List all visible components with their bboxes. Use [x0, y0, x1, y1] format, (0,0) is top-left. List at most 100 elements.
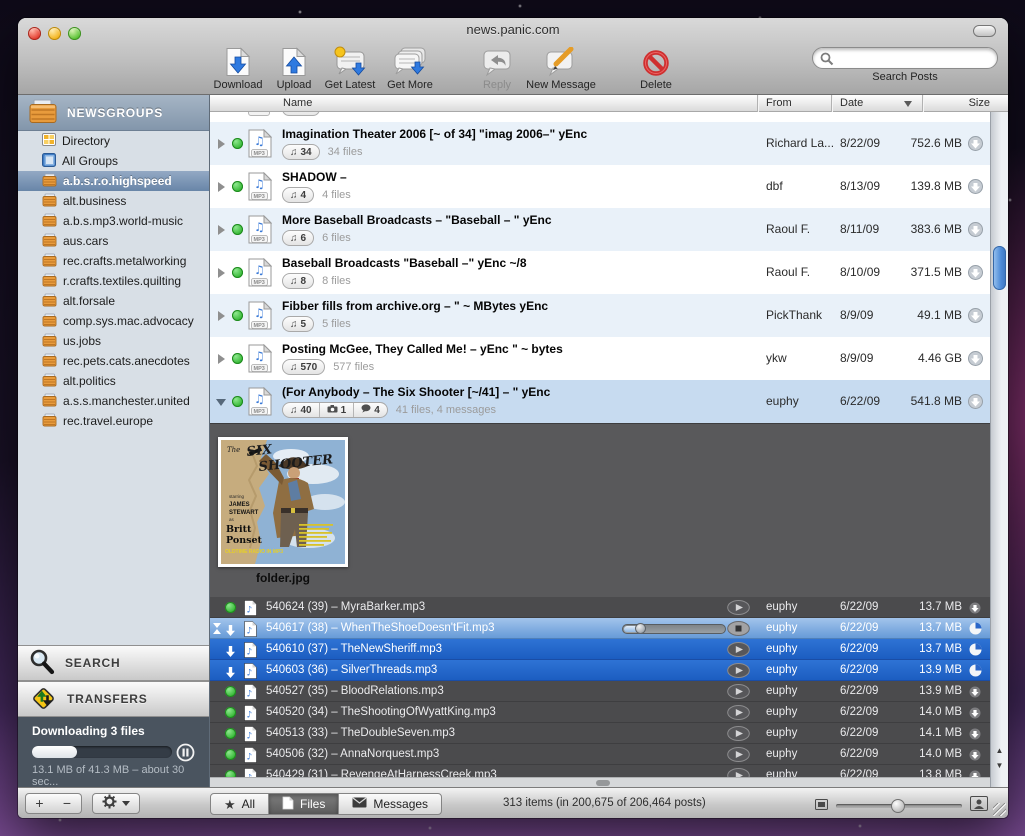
search-field[interactable] — [812, 47, 998, 69]
disclosure-triangle-icon[interactable] — [218, 139, 225, 149]
sidebar-item[interactable]: alt.business — [18, 191, 209, 211]
window-resize-grip[interactable] — [993, 803, 1006, 816]
play-button[interactable] — [727, 747, 750, 767]
svg-text:STEWART: STEWART — [229, 510, 259, 516]
download-post-button[interactable] — [968, 351, 983, 371]
download-post-button[interactable] — [968, 179, 983, 199]
search-section-header[interactable]: SEARCH — [18, 645, 209, 681]
disclosure-triangle-icon[interactable] — [216, 399, 226, 406]
horizontal-scrollbar[interactable] — [210, 777, 990, 787]
sidebar-item[interactable]: alt.forsale — [18, 291, 209, 311]
sidebar-item[interactable]: rec.crafts.metalworking — [18, 251, 209, 271]
get-latest-button[interactable]: Get Latest — [315, 45, 385, 93]
column-header-name[interactable]: Name — [283, 97, 312, 109]
file-row[interactable]: ♪ 540506 (32) – AnnaNorquest.mp3 euphy 6… — [210, 744, 990, 765]
zoom-slider-thumb[interactable] — [891, 799, 905, 813]
sidebar-item[interactable]: us.jobs — [18, 331, 209, 351]
playback-slider-thumb[interactable] — [635, 623, 646, 634]
disclosure-triangle-icon[interactable] — [218, 311, 225, 321]
post-row[interactable]: ♫MP3 SHADOW – ♫ 4 4 files dbf 8/13/09 13… — [210, 165, 990, 208]
thumbnail-zoom-control — [815, 796, 988, 816]
sidebar-item[interactable]: rec.pets.cats.anecdotes — [18, 351, 209, 371]
close-window-button[interactable] — [28, 27, 41, 40]
download-post-button[interactable] — [968, 265, 983, 285]
post-row[interactable]: ♫MP3 More Baseball Broadcasts – "Basebal… — [210, 208, 990, 251]
vertical-scrollbar-thumb[interactable] — [993, 246, 1006, 290]
download-post-button[interactable] — [968, 308, 983, 328]
sidebar-item[interactable]: All Groups — [18, 151, 209, 171]
post-row[interactable]: ♫MP3 Imagination Theater 2006 [~ of 34] … — [210, 122, 990, 165]
play-button[interactable] — [727, 663, 750, 683]
sidebar-item[interactable]: rec.travel.europe — [18, 411, 209, 431]
file-row[interactable]: ♪ 540527 (35) – BloodRelations.mp3 euphy… — [210, 681, 990, 702]
column-header-size[interactable]: Size — [969, 97, 990, 109]
folder-jpg-thumbnail[interactable]: The SIX SHOOTER starring JAMES STEWART a… — [218, 437, 348, 567]
toolbar-toggle-button[interactable] — [973, 25, 996, 37]
disclosure-triangle-icon[interactable] — [218, 225, 225, 235]
upload-button[interactable]: Upload — [266, 45, 322, 93]
filter-all-segment[interactable]: ★ All — [211, 794, 269, 814]
post-title: Fibber fills from archive.org – " ~ MByt… — [282, 299, 548, 313]
download-button[interactable]: Download — [205, 45, 271, 93]
playback-progress-slider[interactable] — [622, 624, 726, 634]
file-row[interactable]: ♪ 540603 (36) – SilverThreads.mp3 euphy … — [210, 660, 990, 681]
column-header-from[interactable]: From — [766, 97, 792, 109]
sidebar-item[interactable]: Directory — [18, 131, 209, 151]
download-post-button[interactable] — [968, 394, 983, 414]
file-row[interactable]: ♪ 540513 (33) – TheDoubleSeven.mp3 euphy… — [210, 723, 990, 744]
unread-indicator-dot — [232, 181, 243, 192]
play-button[interactable] — [727, 726, 750, 746]
vertical-scrollbar[interactable]: ▲▼ — [990, 112, 1008, 787]
post-row[interactable]: ♫MP3 Fibber fills from archive.org – " ~… — [210, 294, 990, 337]
file-row[interactable]: ♪ 540520 (34) – TheShootingOfWyattKing.m… — [210, 702, 990, 723]
file-row[interactable]: ♪ 540610 (37) – TheNewSheriff.mp3 euphy … — [210, 639, 990, 660]
sidebar-item[interactable]: alt.politics — [18, 371, 209, 391]
play-button[interactable] — [727, 684, 750, 704]
download-progress-pie-icon — [969, 643, 982, 661]
play-button[interactable] — [727, 642, 750, 662]
delete-button[interactable]: Delete — [626, 45, 686, 93]
zoom-window-button[interactable] — [68, 27, 81, 40]
column-header-date[interactable]: Date — [840, 97, 863, 109]
add-group-button[interactable]: + — [25, 793, 54, 814]
sidebar-item[interactable]: comp.sys.mac.advocacy — [18, 311, 209, 331]
disclosure-triangle-icon[interactable] — [218, 182, 225, 192]
sidebar-item[interactable]: r.crafts.textiles.quilting — [18, 271, 209, 291]
post-row[interactable]: ♫MP3 (For Anybody – The Six Shooter [~/4… — [210, 380, 990, 423]
play-button[interactable] — [727, 600, 750, 620]
download-post-button[interactable] — [968, 136, 983, 156]
sidebar-item[interactable]: a.b.s.r.o.highspeed — [18, 171, 209, 191]
svg-text:♫: ♫ — [254, 177, 265, 191]
zoom-slider[interactable] — [836, 804, 962, 808]
file-row[interactable]: ♪ 540624 (39) – MyraBarker.mp3 euphy 6/2… — [210, 597, 990, 618]
scrollbar-arrows[interactable]: ▲▼ — [991, 743, 1008, 775]
svg-text:♫: ♫ — [254, 306, 265, 320]
newsgroups-section-header[interactable]: NEWSGROUPS — [18, 95, 209, 131]
sidebar-item[interactable]: a.b.s.mp3.world-music — [18, 211, 209, 231]
filter-files-segment[interactable]: Files — [269, 794, 339, 814]
post-row[interactable]: ♫MP3 Baseball Broadcasts "Baseball –" yE… — [210, 251, 990, 294]
attachment-count-badge: ♫ 40 1 4 — [282, 402, 388, 418]
post-row[interactable]: ♫MP3 Posting McGee, They Called Me! – yE… — [210, 337, 990, 380]
search-input[interactable] — [839, 50, 989, 66]
filter-messages-segment[interactable]: Messages — [339, 794, 441, 814]
file-from: euphy — [766, 622, 797, 634]
audio-badge: ♫ 40 — [283, 402, 319, 418]
stop-button[interactable] — [727, 621, 750, 641]
sidebar-item[interactable]: aus.cars — [18, 231, 209, 251]
download-post-button[interactable] — [968, 222, 983, 242]
disclosure-triangle-icon[interactable] — [218, 354, 225, 364]
sidebar-item[interactable]: a.s.s.manchester.united — [18, 391, 209, 411]
disclosure-triangle-icon[interactable] — [218, 268, 225, 278]
file-row[interactable]: ♪ 540617 (38) – WhenTheShoeDoesn'tFit.mp… — [210, 618, 990, 639]
remove-group-button[interactable]: − — [53, 793, 82, 814]
transfers-section-header[interactable]: TRANSFERS — [18, 681, 209, 717]
minimize-window-button[interactable] — [48, 27, 61, 40]
new-message-button[interactable]: New Message — [514, 45, 608, 93]
get-more-button[interactable]: Get More — [377, 45, 443, 93]
play-button[interactable] — [727, 705, 750, 725]
file-count-label: 41 files, 4 messages — [396, 404, 496, 416]
horizontal-scrollbar-thumb[interactable] — [596, 780, 610, 786]
file-count-label: 5 files — [322, 318, 351, 330]
action-menu-button[interactable] — [92, 793, 140, 814]
